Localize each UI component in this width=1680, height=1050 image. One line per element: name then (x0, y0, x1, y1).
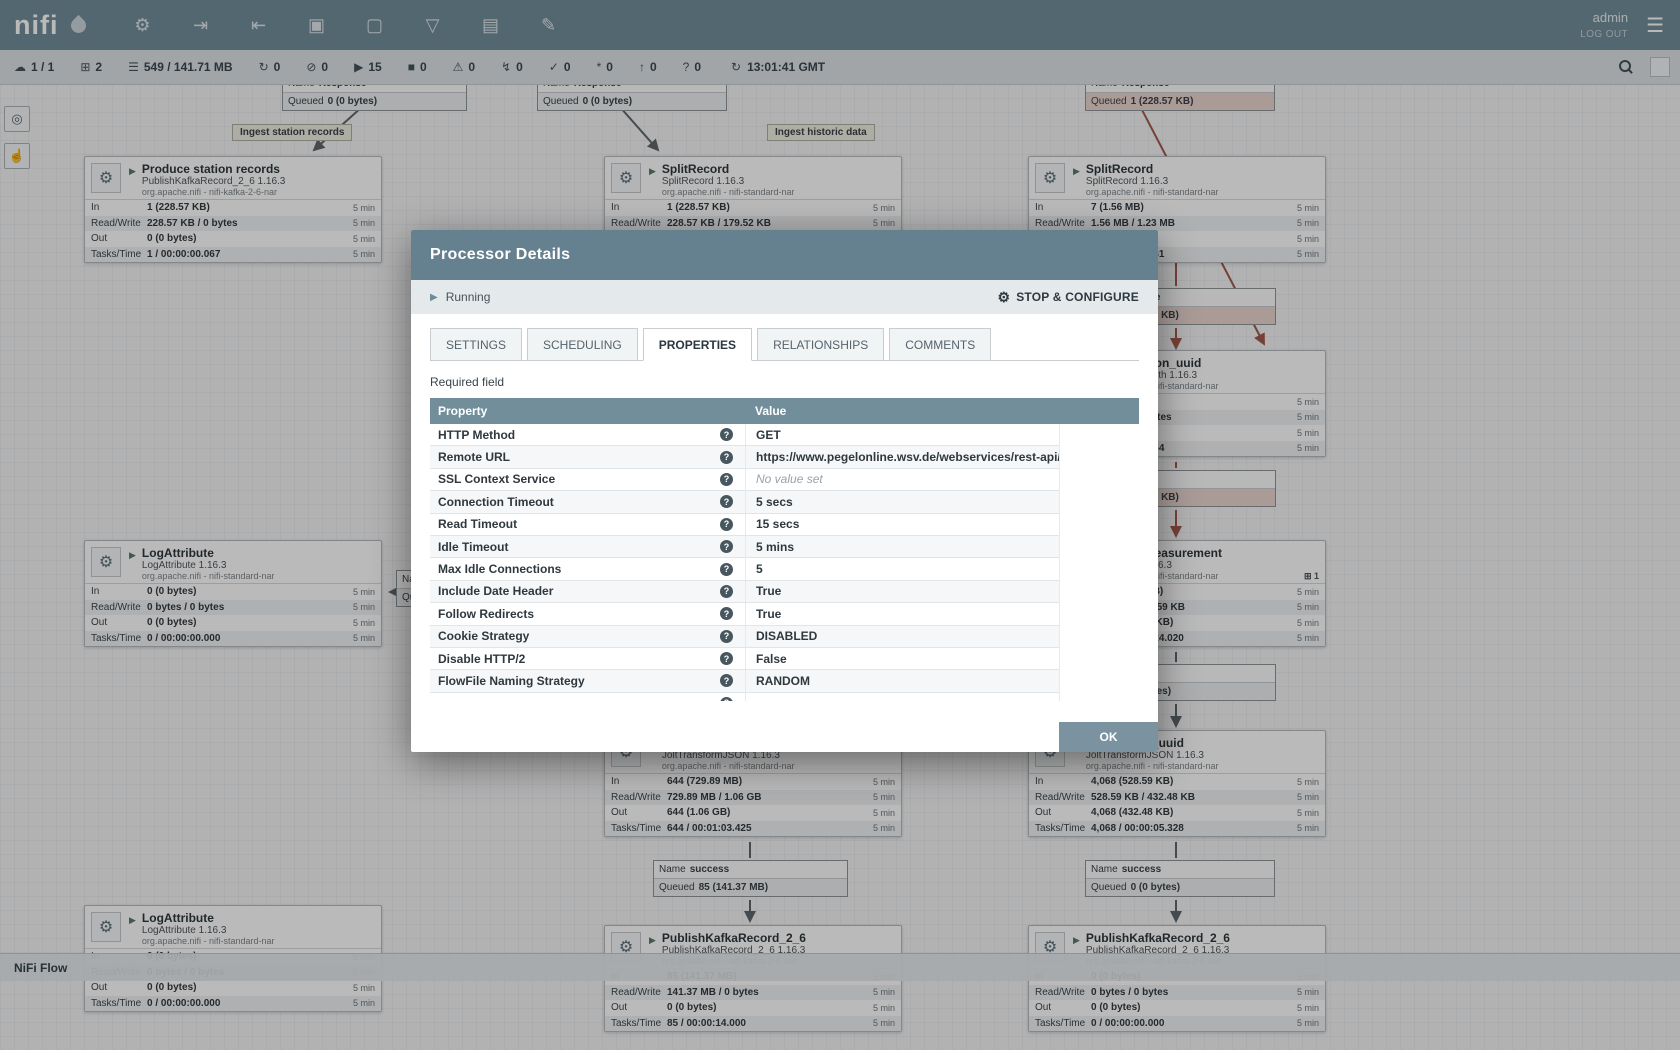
help-icon[interactable]: ? (720, 495, 733, 508)
property-name: Disable HTTP/2? (430, 648, 745, 669)
help-icon[interactable]: ? (720, 697, 733, 701)
help-icon[interactable]: ? (720, 428, 733, 441)
properties-table-header: Property Value (430, 398, 1139, 424)
help-icon[interactable]: ? (720, 652, 733, 665)
run-status-text: Running (446, 290, 491, 304)
property-name: Cookie Strategy? (430, 626, 745, 647)
property-value[interactable]: DISABLED (745, 626, 1059, 647)
property-name: Connection Timeout? (430, 491, 745, 512)
tab-comments[interactable]: COMMENTS (889, 328, 991, 360)
help-icon[interactable]: ? (720, 473, 733, 486)
property-row[interactable]: HTTP Method?GET (430, 424, 1059, 446)
tab-settings[interactable]: SETTINGS (430, 328, 522, 360)
property-value[interactable]: 5 mins (745, 536, 1059, 557)
property-name: Follow Redirects? (430, 603, 745, 624)
property-value[interactable]: GET (745, 424, 1059, 445)
property-row[interactable]: Idle Timeout?5 mins (430, 536, 1059, 558)
property-value[interactable]: 5 secs (745, 491, 1059, 512)
help-icon[interactable]: ? (720, 630, 733, 643)
property-name: Include Date Header? (430, 581, 745, 602)
help-icon[interactable]: ? (720, 607, 733, 620)
help-icon[interactable]: ? (720, 563, 733, 576)
property-name: FlowFile Naming Strategy? (430, 670, 745, 691)
property-name: SSL Context Service? (430, 469, 745, 490)
dialog-status-row: ▶ Running ⚙ STOP & CONFIGURE (411, 280, 1158, 314)
required-field-hint: Required field (430, 375, 1139, 389)
property-name: ? (430, 693, 745, 701)
property-row[interactable]: FlowFile Naming Strategy?RANDOM (430, 670, 1059, 692)
dialog-tabs: SETTINGSSCHEDULINGPROPERTIESRELATIONSHIP… (430, 328, 1139, 361)
property-row[interactable]: SSL Context Service?No value set (430, 469, 1059, 491)
property-value[interactable]: True (745, 581, 1059, 602)
property-value[interactable]: True (745, 603, 1059, 624)
property-row[interactable]: Cookie Strategy?DISABLED (430, 626, 1059, 648)
property-value[interactable]: RANDOM (745, 670, 1059, 691)
property-name: Read Timeout? (430, 514, 745, 535)
property-row[interactable]: Read Timeout?15 secs (430, 514, 1059, 536)
running-status-icon: ▶ (430, 292, 438, 303)
help-icon[interactable]: ? (720, 518, 733, 531)
help-icon[interactable]: ? (720, 674, 733, 687)
property-name: Idle Timeout? (430, 536, 745, 557)
properties-table: HTTP Method?GETRemote URL?https://www.pe… (430, 424, 1060, 701)
dialog-body: SETTINGSSCHEDULINGPROPERTIESRELATIONSHIP… (411, 314, 1158, 701)
property-column-header: Property (430, 404, 745, 418)
property-value[interactable]: 5 (745, 558, 1059, 579)
dialog-title: Processor Details (430, 246, 570, 264)
ok-button[interactable]: OK (1059, 722, 1158, 752)
help-icon[interactable]: ? (720, 451, 733, 464)
property-row[interactable]: Max Idle Connections?5 (430, 558, 1059, 580)
property-row[interactable]: Follow Redirects?True (430, 603, 1059, 625)
stop-and-configure-button[interactable]: ⚙ STOP & CONFIGURE (997, 289, 1139, 306)
property-value[interactable]: https://www.pegelonline.wsv.de/webservic… (745, 446, 1059, 467)
stop-configure-icon: ⚙ (997, 289, 1010, 306)
property-value[interactable]: False (745, 648, 1059, 669)
dialog-header: Processor Details (411, 230, 1158, 280)
property-name: Remote URL? (430, 446, 745, 467)
processor-details-dialog: Processor Details ▶ Running ⚙ STOP & CON… (411, 230, 1158, 752)
help-icon[interactable]: ? (720, 540, 733, 553)
property-name: HTTP Method? (430, 424, 745, 445)
help-icon[interactable]: ? (720, 585, 733, 598)
tab-properties[interactable]: PROPERTIES (643, 328, 752, 361)
property-row[interactable]: Disable HTTP/2?False (430, 648, 1059, 670)
tab-relationships[interactable]: RELATIONSHIPS (757, 328, 884, 360)
property-value[interactable]: No value set (745, 469, 1059, 490)
tab-scheduling[interactable]: SCHEDULING (527, 328, 638, 360)
property-row[interactable]: ? (430, 693, 1059, 701)
property-row[interactable]: Remote URL?https://www.pegelonline.wsv.d… (430, 446, 1059, 468)
property-value[interactable]: 15 secs (745, 514, 1059, 535)
property-name: Max Idle Connections? (430, 558, 745, 579)
property-row[interactable]: Include Date Header?True (430, 581, 1059, 603)
property-value[interactable] (745, 693, 1059, 701)
value-column-header: Value (745, 404, 786, 418)
property-row[interactable]: Connection Timeout?5 secs (430, 491, 1059, 513)
stop-configure-label: STOP & CONFIGURE (1016, 290, 1139, 304)
